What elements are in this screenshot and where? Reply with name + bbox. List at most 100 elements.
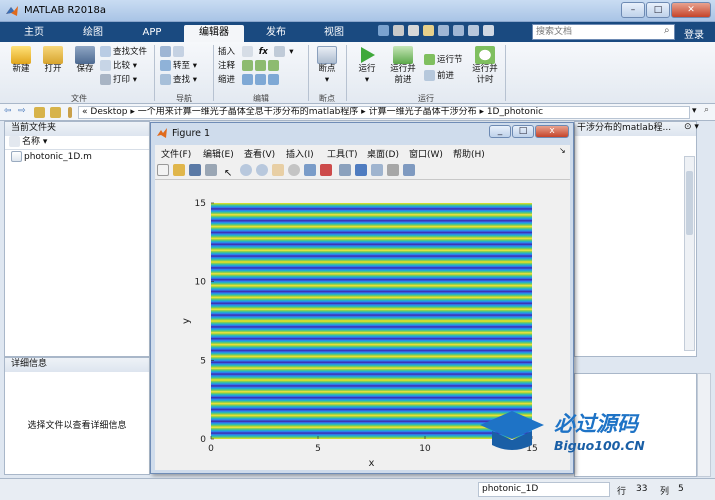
- legend-icon[interactable]: [370, 164, 383, 176]
- panel-menu-icon[interactable]: ⊙ ▾: [684, 122, 699, 132]
- decrease-indent-icon[interactable]: [267, 74, 279, 85]
- path-field[interactable]: « Desktop ▸ 一个用来计算一维光子晶体全息干涉分布的matlab程序 …: [78, 106, 690, 119]
- paste-icon[interactable]: [423, 25, 434, 36]
- redo-icon[interactable]: [453, 25, 464, 36]
- zoom-out-icon[interactable]: [255, 164, 268, 176]
- search-icon[interactable]: ⌕: [664, 25, 670, 36]
- print-label: 打印: [113, 75, 131, 85]
- new-figure-icon[interactable]: [157, 164, 169, 176]
- hide-plot-tools-icon[interactable]: [386, 164, 399, 176]
- function-icon[interactable]: [273, 46, 285, 57]
- help-icon[interactable]: [483, 25, 494, 36]
- tab-publish[interactable]: 发布: [248, 25, 304, 42]
- up-folder-icon[interactable]: [34, 107, 45, 118]
- forward-arrow-icon[interactable]: ⇨: [18, 106, 26, 116]
- find-files-button[interactable]: 查找文件: [100, 45, 152, 59]
- path-segment-desktop[interactable]: Desktop: [90, 107, 127, 117]
- compare-button[interactable]: 比较 ▾: [100, 59, 152, 73]
- tab-apps[interactable]: APP: [124, 25, 180, 42]
- tab-editor[interactable]: 编辑器: [184, 25, 244, 42]
- pointer-icon[interactable]: ↖: [224, 168, 236, 180]
- menu-file[interactable]: 文件(F): [161, 147, 191, 160]
- save-icon[interactable]: [378, 25, 389, 36]
- tab-home[interactable]: 主页: [8, 25, 60, 42]
- cut-icon[interactable]: [393, 25, 404, 36]
- colorbar-icon[interactable]: [354, 164, 367, 176]
- wrap-comment-icon[interactable]: [267, 60, 279, 71]
- undo-icon[interactable]: [438, 25, 449, 36]
- path-segment-photonic[interactable]: 1D_photonic: [487, 107, 543, 117]
- rotate-icon[interactable]: [287, 164, 300, 176]
- advance-button[interactable]: 前进: [424, 68, 468, 84]
- pan-icon[interactable]: [271, 164, 284, 176]
- scrollbar-thumb[interactable]: [686, 171, 693, 235]
- comment-icon[interactable]: [241, 60, 253, 71]
- figure-maximize-button[interactable]: □: [512, 125, 534, 138]
- fx-button[interactable]: fx: [259, 47, 268, 57]
- menu-insert[interactable]: 插入(I): [286, 147, 314, 160]
- breakpoints-button[interactable]: 断点 ▾: [312, 46, 342, 86]
- search-input[interactable]: 搜索文档: [532, 24, 675, 40]
- new-button[interactable]: 新建: [6, 46, 36, 75]
- comment-button[interactable]: 注释: [218, 61, 235, 71]
- dock-arrow-icon[interactable]: ↘: [559, 146, 566, 155]
- save-button[interactable]: 保存: [70, 46, 100, 75]
- increase-indent-icon[interactable]: [254, 74, 266, 85]
- indent-button[interactable]: 缩进: [218, 75, 235, 85]
- menu-window[interactable]: 窗口(W): [409, 147, 443, 160]
- uncomment-icon[interactable]: [254, 60, 266, 71]
- path-dropdown-icon[interactable]: ▾: [692, 106, 697, 116]
- show-plot-tools-icon[interactable]: [402, 164, 415, 176]
- back-arrow-icon[interactable]: ⇦: [4, 106, 12, 116]
- link-plot-icon[interactable]: [338, 164, 351, 176]
- insert-button[interactable]: 插入: [218, 47, 235, 57]
- tab-plots[interactable]: 绘图: [64, 25, 122, 42]
- advance-label: 前进: [437, 71, 455, 81]
- brush-icon[interactable]: [319, 164, 332, 176]
- vertical-scrollbar[interactable]: [684, 156, 695, 351]
- menu-tools[interactable]: 工具(T): [327, 147, 358, 160]
- menu-edit[interactable]: 编辑(E): [203, 147, 234, 160]
- matlab-logo-icon: [6, 6, 18, 16]
- save-figure-icon[interactable]: [189, 164, 201, 176]
- figure-close-button[interactable]: x: [535, 125, 569, 138]
- print-figure-icon[interactable]: [205, 164, 217, 176]
- run-advance-button[interactable]: 运行并 前进: [386, 46, 420, 86]
- login-link[interactable]: 登录: [684, 26, 704, 41]
- run-and-time-button[interactable]: 运行并 计时: [468, 46, 502, 86]
- search-folder-icon[interactable]: ⌕: [704, 105, 709, 115]
- list-item[interactable]: photonic_1D.m: [5, 150, 149, 165]
- maximize-button[interactable]: □: [646, 2, 670, 18]
- path-segment-program[interactable]: 一个用来计算一维光子晶体全息干涉分布的matlab程序: [138, 107, 359, 117]
- details-title: 详细信息: [5, 358, 149, 372]
- status-row-value: 33: [636, 484, 648, 494]
- path-segment-distribution[interactable]: 计算一维光子晶体干涉分布: [369, 107, 477, 117]
- browse-folder-icon[interactable]: [50, 107, 61, 118]
- file-name: photonic_1D.m: [24, 152, 92, 162]
- figure-minimize-button[interactable]: _: [489, 125, 511, 138]
- switch-windows-icon[interactable]: [468, 25, 479, 36]
- back-forward-buttons[interactable]: [160, 45, 212, 59]
- data-cursor-icon[interactable]: [303, 164, 316, 176]
- print-button[interactable]: 打印 ▾: [100, 73, 152, 87]
- insert-icon[interactable]: [241, 46, 253, 57]
- find-button[interactable]: 查找 ▾: [160, 73, 212, 87]
- run-section-button[interactable]: 运行节: [424, 52, 468, 68]
- column-header-name[interactable]: 名称 ▾: [5, 136, 149, 150]
- open-button[interactable]: 打开: [38, 46, 68, 75]
- zoom-in-icon[interactable]: [239, 164, 252, 176]
- back-icon: [160, 46, 171, 57]
- minimize-button[interactable]: –: [621, 2, 645, 18]
- menu-view[interactable]: 查看(V): [244, 147, 275, 160]
- quick-access-toolbar: [378, 25, 496, 36]
- run-button[interactable]: 运行 ▾: [352, 46, 382, 86]
- command-scrollbar[interactable]: [697, 373, 711, 477]
- open-file-icon[interactable]: [173, 164, 185, 176]
- close-button[interactable]: ✕: [671, 2, 711, 18]
- menu-help[interactable]: 帮助(H): [453, 147, 485, 160]
- menu-desktop[interactable]: 桌面(D): [367, 147, 399, 160]
- smart-indent-icon[interactable]: [241, 74, 253, 85]
- goto-button[interactable]: 转至 ▾: [160, 59, 212, 73]
- tab-view[interactable]: 视图: [306, 25, 362, 42]
- copy-icon[interactable]: [408, 25, 419, 36]
